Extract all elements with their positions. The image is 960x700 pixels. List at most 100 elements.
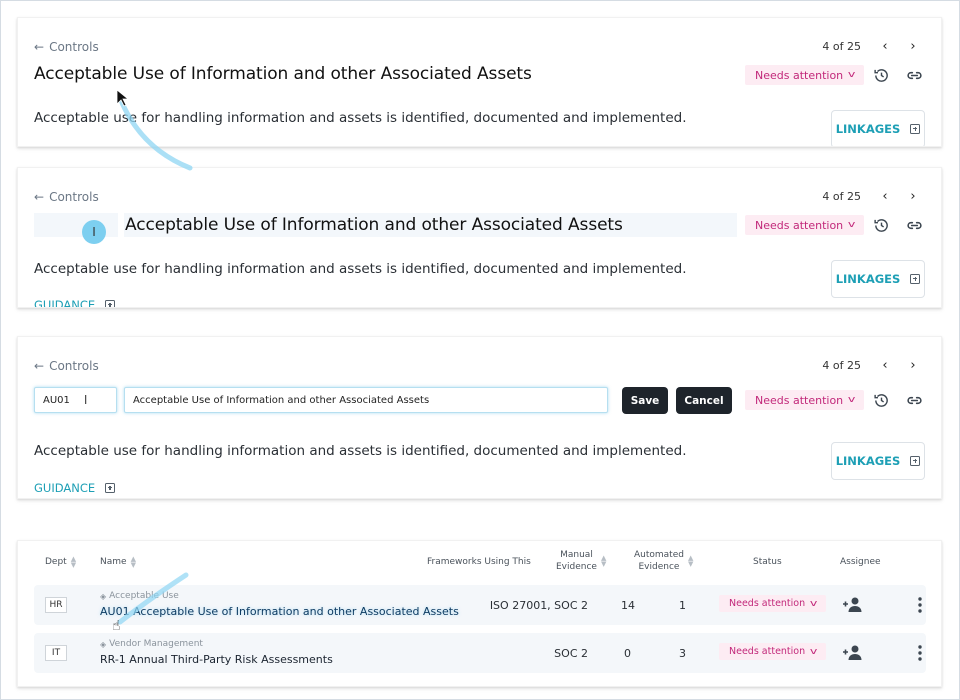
linkages-label: LINKAGES <box>835 122 901 136</box>
expand-plus-icon <box>910 124 921 134</box>
table-row[interactable]: IT ◈ Vendor Management RR-1 Annual Third… <box>34 633 926 673</box>
control-header-card-view: ← Controls 4 of 25 ‹ › Acceptable Use of… <box>17 17 942 147</box>
controls-table: Dept ▲ ▼ Name ▲ ▼ Frameworks Using This Ma… <box>17 540 942 687</box>
linkages-button[interactable]: LINKAGES <box>831 110 925 146</box>
control-description: Acceptable use for handling information … <box>34 443 687 459</box>
more-options-icon[interactable] <box>914 644 926 662</box>
control-header-card-hover: ← Controls 4 of 25 ‹ › I Acceptable Use … <box>17 167 942 308</box>
status-dropdown[interactable]: Needs attention v <box>745 390 865 410</box>
sort-icon: ▲ ▼ <box>70 555 77 569</box>
sort-icon: ▲ ▼ <box>130 555 136 569</box>
history-button[interactable] <box>870 214 892 236</box>
control-description: Acceptable use for handling information … <box>34 110 687 126</box>
copy-link-button[interactable] <box>903 214 925 236</box>
copy-link-button[interactable] <box>903 389 925 411</box>
copy-link-button[interactable] <box>903 64 925 86</box>
header-status: Status <box>753 556 782 568</box>
pager: 4 of 25 ‹ › <box>822 189 927 204</box>
control-title[interactable]: Acceptable Use of Information and other … <box>125 215 623 235</box>
guidance-toggle[interactable]: GUIDANCE <box>34 298 116 308</box>
add-assignee-icon[interactable] <box>842 644 864 662</box>
control-name-link[interactable]: AU01 Acceptable Use of Information and o… <box>100 605 459 618</box>
dept-badge: IT <box>45 645 67 661</box>
linkages-button[interactable]: LINKAGES <box>831 260 925 298</box>
back-to-controls-link[interactable]: ← Controls <box>34 40 99 54</box>
back-to-controls-link[interactable]: ← Controls <box>34 359 99 373</box>
status-dropdown[interactable]: Needs attention v <box>719 643 827 660</box>
link-icon <box>906 396 922 404</box>
automated-evidence-count: 3 <box>679 647 686 660</box>
control-title-input[interactable]: Acceptable Use of Information and other … <box>124 387 608 413</box>
history-icon <box>873 68 888 82</box>
history-icon <box>873 218 888 232</box>
expand-plus-icon <box>910 456 921 466</box>
control-id-value: AU01 <box>43 394 70 406</box>
save-button[interactable]: Save <box>622 387 668 414</box>
control-id-input[interactable]: AU01 I <box>34 387 117 413</box>
control-header-card-edit: ← Controls 4 of 25 ‹ › AU01 I Acceptable… <box>17 336 942 499</box>
status-label: Needs attention <box>729 598 806 609</box>
sort-icon: ▲ ▼ <box>687 554 694 568</box>
header-frameworks: Frameworks Using This <box>427 556 531 568</box>
chevron-right-icon[interactable]: › <box>899 358 927 373</box>
linkages-label: LINKAGES <box>835 272 901 286</box>
header-dept[interactable]: Dept ▲ ▼ <box>45 555 77 569</box>
chevron-right-icon[interactable]: › <box>899 39 927 54</box>
back-to-controls-link[interactable]: ← Controls <box>34 190 99 204</box>
header-name[interactable]: Name ▲ ▼ <box>100 555 136 569</box>
link-icon <box>906 221 922 229</box>
pager: 4 of 25 ‹ › <box>822 39 927 54</box>
header-automated-evidence[interactable]: Automated Evidence ▲ ▼ <box>634 549 693 573</box>
chevron-down-icon: v <box>848 220 856 230</box>
dept-badge: HR <box>45 597 67 613</box>
guidance-label: GUIDANCE <box>34 481 96 495</box>
chevron-left-icon[interactable]: ‹ <box>871 189 899 204</box>
linkages-button[interactable]: LINKAGES <box>831 442 925 480</box>
header-status-label: Status <box>753 557 782 567</box>
status-label: Needs attention <box>755 393 844 407</box>
history-button[interactable] <box>870 389 892 411</box>
chevron-down-icon: v <box>810 646 818 657</box>
status-dropdown[interactable]: Needs attention v <box>745 65 865 85</box>
pager: 4 of 25 ‹ › <box>822 358 927 373</box>
status-label: Needs attention <box>729 646 806 657</box>
control-title[interactable]: Acceptable Use of Information and other … <box>34 64 532 84</box>
pager-count: 4 of 25 <box>822 190 861 203</box>
manual-evidence-count: 0 <box>624 647 631 660</box>
status-dropdown[interactable]: Needs attention v <box>719 595 827 612</box>
arrow-left-icon: ← <box>34 190 45 204</box>
more-options-icon[interactable] <box>914 596 926 614</box>
guidance-toggle[interactable]: GUIDANCE <box>34 481 116 495</box>
pager-count: 4 of 25 <box>822 359 861 372</box>
manual-evidence-count: 14 <box>621 599 635 612</box>
header-dept-label: Dept <box>45 557 67 567</box>
header-manual-evidence[interactable]: Manual Evidence ▲ ▼ <box>556 549 606 573</box>
add-assignee-icon[interactable] <box>842 596 864 614</box>
table-row[interactable]: HR ◈ Acceptable Use AU01 Acceptable Use … <box>34 585 926 625</box>
control-name-link[interactable]: RR-1 Annual Third-Party Risk Assessments <box>100 653 333 666</box>
frameworks-value: SOC 2 <box>554 647 588 660</box>
back-label: Controls <box>49 190 99 204</box>
status-label: Needs attention <box>755 68 844 82</box>
linkages-label: LINKAGES <box>835 454 901 468</box>
link-icon <box>906 71 922 79</box>
guidance-label: GUIDANCE <box>34 298 96 308</box>
chevron-left-icon[interactable]: ‹ <box>871 39 899 54</box>
cancel-button[interactable]: Cancel <box>676 387 732 414</box>
status-dropdown[interactable]: Needs attention v <box>745 215 865 235</box>
history-button[interactable] <box>870 64 892 86</box>
category-label: ◈ Acceptable Use <box>100 591 179 601</box>
category-label: ◈ Vendor Management <box>100 639 203 649</box>
text-cursor-icon: I <box>82 220 106 244</box>
control-description: Acceptable use for handling information … <box>34 261 687 277</box>
chevron-down-icon: v <box>848 70 856 80</box>
chevron-left-icon[interactable]: ‹ <box>871 358 899 373</box>
tag-icon: ◈ <box>100 639 107 649</box>
chevron-down-icon: v <box>810 598 818 609</box>
expand-plus-icon <box>105 300 116 307</box>
chevron-right-icon[interactable]: › <box>899 189 927 204</box>
back-label: Controls <box>49 359 99 373</box>
header-frameworks-label: Frameworks Using This <box>427 557 531 567</box>
arrow-left-icon: ← <box>34 359 45 373</box>
control-title-value: Acceptable Use of Information and other … <box>133 394 430 406</box>
